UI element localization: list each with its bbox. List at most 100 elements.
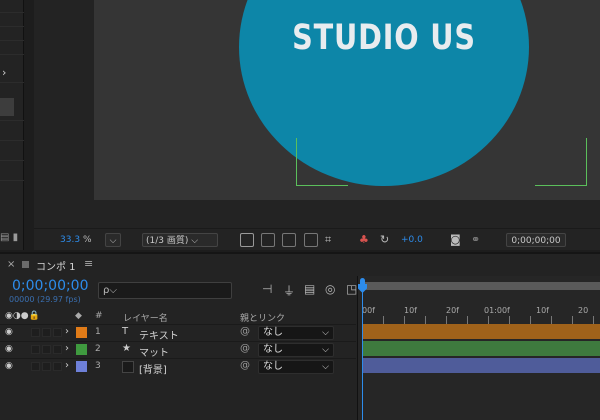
layer-bar[interactable] [362, 324, 600, 339]
transparency-grid-icon[interactable] [261, 233, 275, 247]
tab-comp-1[interactable]: コンポ 1 [36, 258, 76, 273]
layer-type-icon: T [122, 326, 129, 337]
ruler-tick-label: 10f [404, 306, 417, 315]
layer-bar[interactable] [362, 341, 600, 356]
expand-chevron-icon[interactable]: › [65, 360, 69, 371]
timeline-tab-bar: × コンポ 1 ≡ [0, 254, 600, 276]
ruler-tick [530, 316, 531, 324]
ruler-tick [383, 316, 384, 324]
ruler-tick-label: 00f [362, 306, 375, 315]
ruler-tick [446, 316, 447, 324]
parent-value: なし [263, 361, 283, 372]
chevron-down-icon: ⌵ [322, 362, 329, 372]
visibility-column-icon[interactable]: ◉◑●🔒 [5, 311, 40, 321]
parent-dropdown[interactable]: なし ⌵ [258, 326, 334, 340]
number-column-header[interactable]: # [95, 311, 103, 321]
ruler-tick [572, 316, 573, 324]
layer-number: 1 [95, 327, 101, 337]
reset-exposure-icon[interactable]: ↻ [380, 233, 389, 247]
parent-value: なし [263, 327, 283, 338]
motion-blur-icon[interactable]: ◎ [325, 282, 335, 296]
parent-column-header[interactable]: 親とリンク [240, 311, 285, 324]
pick-whip-icon[interactable]: @ [240, 343, 250, 354]
lock-toggle[interactable] [42, 328, 51, 337]
ruler-tick-label: 20f [446, 306, 459, 315]
timecode-display[interactable]: 0;00;00;00 [12, 278, 89, 294]
layer-type-icon: ★ [122, 343, 131, 354]
layer-row[interactable]: ◉ › 2 ★ マット @ なし ⌵ [0, 341, 356, 359]
eye-icon[interactable]: ◉ [5, 361, 13, 371]
region-of-interest-icon[interactable] [304, 233, 318, 247]
layer-name[interactable]: [背景] [139, 361, 167, 376]
expand-chevron-icon[interactable]: › [65, 343, 69, 354]
pick-whip-icon[interactable]: @ [240, 326, 250, 337]
fast-preview-icon[interactable] [240, 233, 254, 247]
resolution-dropdown[interactable]: (1/3 画質) ⌵ [142, 233, 218, 247]
lock-toggle[interactable] [42, 345, 51, 354]
layer-number: 3 [95, 361, 101, 371]
project-panel-edge [0, 0, 24, 250]
snapshot-icon[interactable]: ◙ [450, 233, 461, 247]
composition-viewer[interactable]: STUDIO US [34, 0, 600, 228]
frame-blending-icon[interactable]: ▤ [304, 282, 315, 296]
zoom-dropdown-icon[interactable]: ⌵ [105, 233, 121, 247]
solo-toggle[interactable] [31, 345, 40, 354]
layer-search-input[interactable]: ρ⌵ [98, 282, 232, 299]
layer-row[interactable]: ◉ › 3 [背景] @ なし ⌵ [0, 358, 356, 376]
label-color-swatch[interactable] [76, 344, 87, 355]
time-graph[interactable]: 00f 10f 20f 01:00f 10f 20 [357, 276, 600, 420]
graph-editor-icon[interactable]: ◳ [346, 282, 357, 296]
shy-toggle[interactable] [53, 328, 62, 337]
show-snapshot-icon[interactable]: ⚭ [471, 233, 480, 247]
layer-column-header: ◉◑●🔒 ◆ # レイヤー名 親とリンク [0, 308, 356, 324]
solo-toggle[interactable] [31, 362, 40, 371]
mask-path-icon[interactable] [282, 233, 296, 247]
current-time-field[interactable]: 0;00;00;00 [506, 233, 566, 247]
layer-bar[interactable] [362, 358, 600, 373]
comp-label-swatch [22, 261, 29, 268]
ruler-tick [404, 316, 405, 324]
shy-toggle[interactable] [53, 362, 62, 371]
playhead-handle[interactable] [360, 278, 365, 284]
ruler-tick [425, 316, 426, 324]
ruler-tick [467, 316, 468, 324]
eye-icon[interactable]: ◉ [5, 327, 13, 337]
close-icon[interactable]: × [7, 259, 15, 270]
shy-toggle[interactable] [53, 345, 62, 354]
time-ruler[interactable]: 00f 10f 20f 01:00f 10f 20 [360, 292, 600, 324]
eye-icon[interactable]: ◉ [5, 344, 13, 354]
parent-dropdown[interactable]: なし ⌵ [258, 360, 334, 374]
solo-toggle[interactable] [31, 328, 40, 337]
lock-toggle[interactable] [42, 362, 51, 371]
label-color-swatch[interactable] [76, 327, 87, 338]
parent-value: なし [263, 344, 283, 355]
work-area-bar[interactable] [360, 282, 600, 290]
color-channels-icon[interactable]: ♣ [359, 233, 369, 247]
ruler-tick-label: 10f [536, 306, 549, 315]
project-item-selected[interactable] [0, 98, 14, 116]
pick-whip-icon[interactable]: @ [240, 360, 250, 371]
panel-menu-icon[interactable]: ≡ [84, 257, 93, 270]
label-color-swatch[interactable] [76, 361, 87, 372]
parent-dropdown[interactable]: なし ⌵ [258, 343, 334, 357]
layer-name[interactable]: マット [139, 344, 169, 359]
exposure-value[interactable]: +0.0 [401, 233, 423, 247]
current-time-indicator[interactable] [362, 286, 363, 420]
title-safe-corner-left [296, 138, 348, 186]
ruler-tick-label: 20 [578, 306, 589, 315]
layer-name[interactable]: テキスト [139, 327, 179, 342]
composition-canvas[interactable]: STUDIO US [94, 0, 600, 200]
layer-name-column-header[interactable]: レイヤー名 [123, 311, 168, 324]
guides-icon[interactable]: ⌗ [325, 233, 331, 247]
zoom-value[interactable]: 33.3 [60, 233, 80, 247]
layer-row[interactable]: ◉ › 1 T テキスト @ なし ⌵ [0, 324, 356, 342]
comp-text-layer: STUDIO US [292, 18, 476, 58]
expand-chevron-icon[interactable]: › [2, 66, 6, 79]
label-column-icon[interactable]: ◆ [75, 311, 82, 321]
layer-number: 2 [95, 344, 101, 354]
draft-3d-icon[interactable]: ⏚ [283, 282, 295, 299]
expand-chevron-icon[interactable]: › [65, 326, 69, 337]
composition-mini-flowchart-icon[interactable]: ⊣ [262, 282, 272, 296]
ruler-tick [593, 316, 594, 324]
flowchart-icon[interactable]: ▤ ▮ [0, 232, 18, 243]
